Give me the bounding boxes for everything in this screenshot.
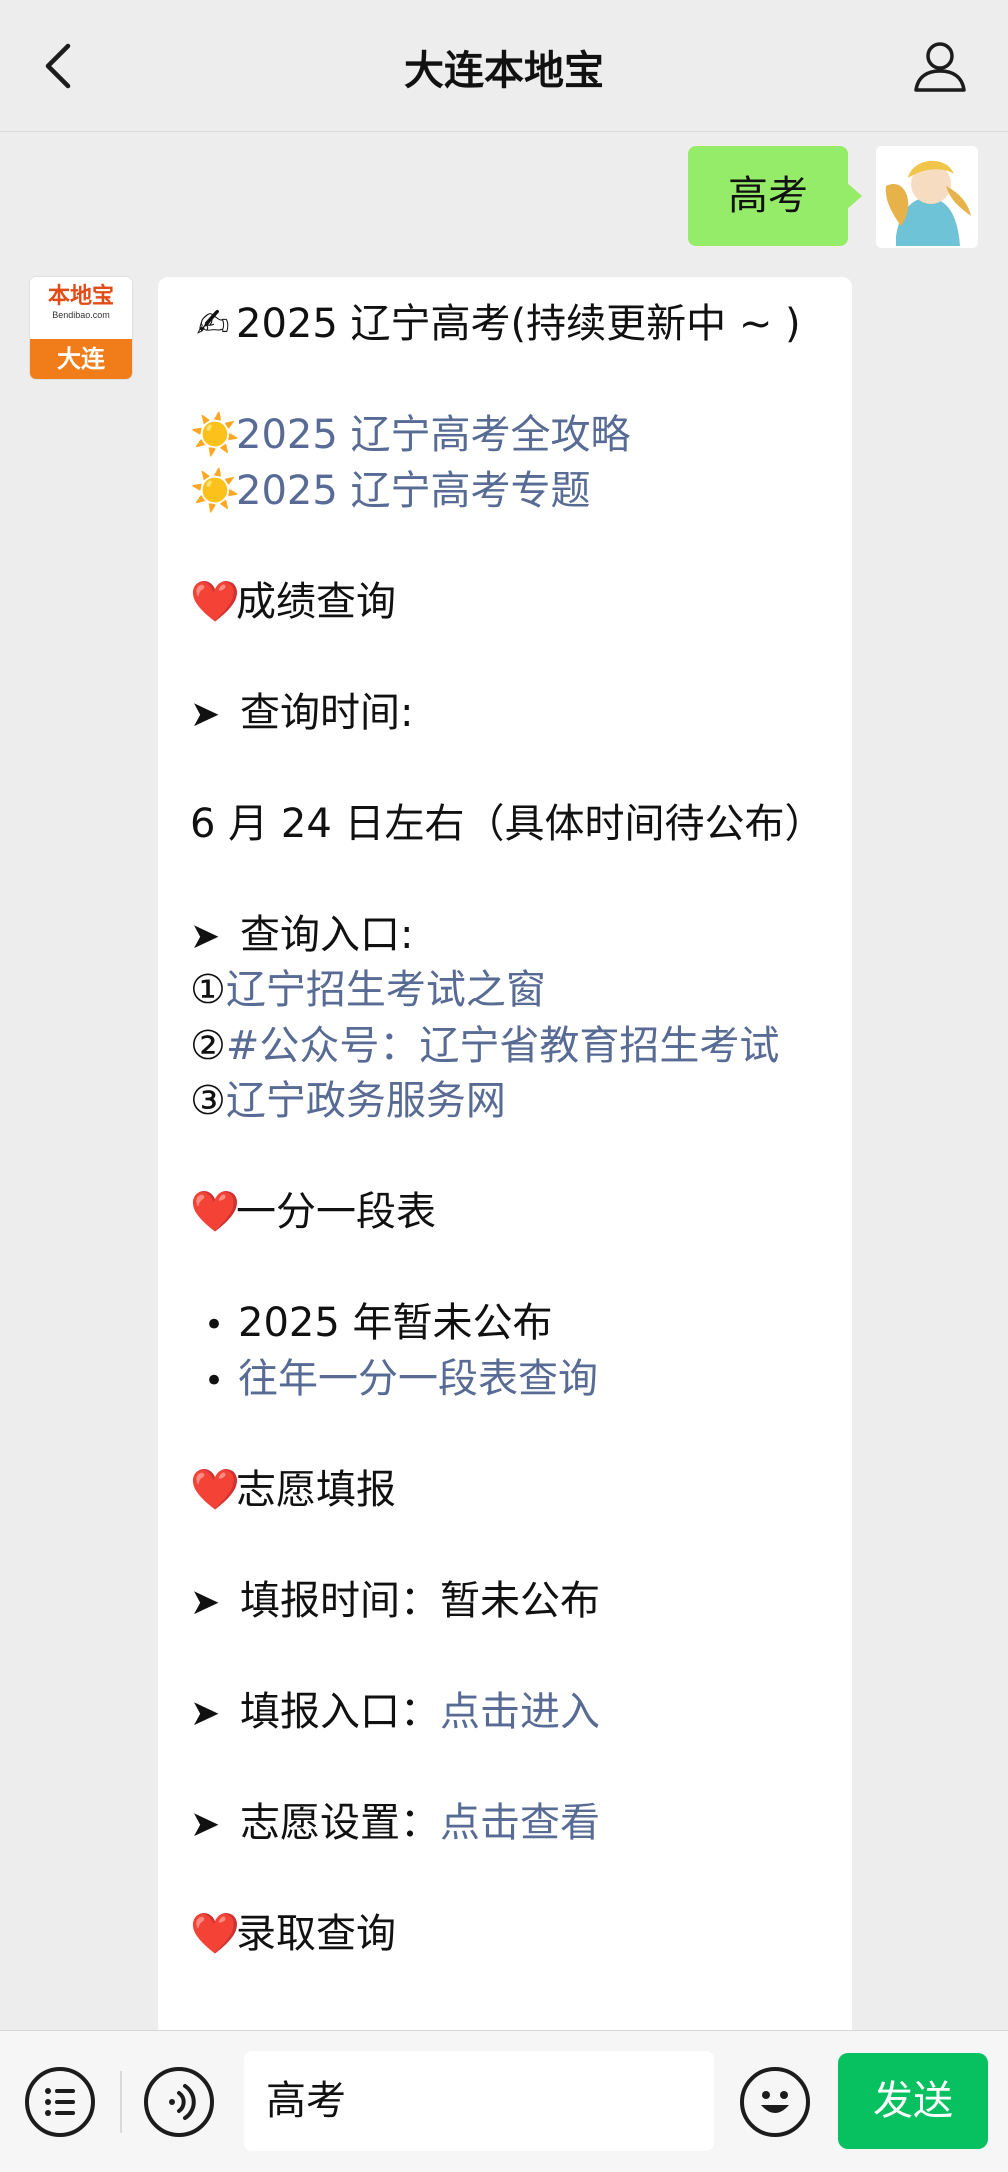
bot-message-bubble: ✍ 2025 辽宁高考(持续更新中 ~ ) ☀️2025 辽宁高考全攻略 ☀️20…: [158, 277, 852, 2037]
person-icon[interactable]: [910, 36, 970, 96]
message-title-line: ✍ 2025 辽宁高考(持续更新中 ~ ): [190, 297, 852, 353]
user-message-bubble[interactable]: 高考: [688, 146, 862, 246]
query-entry-line: ➤ 查询入口:: [190, 908, 852, 964]
official-account-avatar[interactable]: 本地宝 Bendibao.com 大连: [30, 277, 132, 379]
fill-entry-label: 填报入口：: [240, 1688, 440, 1735]
logo-city: 大连: [30, 339, 132, 379]
logo-main-text: 本地宝: [47, 284, 114, 309]
message-title: 2025 辽宁高考(持续更新中 ~ ): [236, 301, 801, 347]
fill-entry-link[interactable]: 点击进入: [440, 1689, 600, 1735]
query-entry-label: 查询入口:: [240, 911, 414, 958]
section-heading: ❤️成绩查询: [190, 575, 852, 631]
guide-link[interactable]: 2025 辽宁高考全攻略: [236, 412, 631, 458]
entry-number: ②: [190, 1022, 226, 1069]
user-avatar[interactable]: [876, 146, 978, 248]
fill-time-label: 填报时间：: [240, 1577, 440, 1624]
logo-sub-text: Bendibao.com: [52, 310, 110, 320]
section-heading: ❤️志愿填报: [190, 1463, 852, 1519]
section-heading: ❤️录取查询: [190, 1907, 852, 1963]
send-button[interactable]: 发送: [838, 2053, 988, 2149]
section-heading: ❤️一分一段表: [190, 1185, 852, 1241]
list-item: • 2025 年暂未公布: [190, 1296, 852, 1352]
message-input[interactable]: 高考: [244, 2051, 714, 2151]
topic-link[interactable]: 2025 辽宁高考专题: [236, 468, 591, 514]
past-scores-link[interactable]: 往年一分一段表查询: [238, 1356, 598, 1402]
entry-link[interactable]: 辽宁招生考试之窗: [226, 967, 546, 1013]
entry-link[interactable]: 辽宁政务服务网: [226, 1078, 506, 1124]
writing-hand-icon: ✍: [196, 301, 230, 347]
list-item[interactable]: • 往年一分一段表查询: [190, 1352, 852, 1408]
bullet-icon: •: [203, 1360, 225, 1401]
section-title: 一分一段表: [236, 1189, 436, 1235]
list-menu-icon[interactable]: [25, 2067, 95, 2137]
arrow-icon: ➤: [190, 693, 221, 735]
fill-entry-line[interactable]: ➤ 填报入口：点击进入: [190, 1685, 852, 1741]
heart-icon: ❤️: [190, 1189, 240, 1235]
heart-icon: ❤️: [190, 578, 240, 625]
chat-title: 大连本地宝: [404, 48, 604, 94]
fill-time-value: 暂未公布: [440, 1577, 600, 1624]
link-line[interactable]: ☀️2025 辽宁高考专题: [190, 464, 852, 520]
wish-setting-label: 志愿设置：: [240, 1799, 440, 1846]
bullet-icon: •: [203, 1305, 225, 1345]
bendibao-logo: 本地宝 Bendibao.com: [30, 277, 132, 339]
entry-link[interactable]: 公众号：辽宁省教育招生考试: [259, 1023, 779, 1069]
entry-item[interactable]: ②#公众号：辽宁省教育招生考试: [190, 1019, 852, 1075]
smiley-icon[interactable]: [740, 2067, 810, 2137]
voice-icon[interactable]: [144, 2067, 214, 2137]
arrow-icon: ➤: [190, 1803, 221, 1845]
arrow-icon: ➤: [190, 1581, 221, 1623]
list-item-text: 2025 年暂未公布: [238, 1300, 553, 1346]
wish-setting-line[interactable]: ➤ 志愿设置：点击查看: [190, 1796, 852, 1852]
section-title: 成绩查询: [236, 578, 396, 625]
divider: [120, 2071, 122, 2133]
section-title: 志愿填报: [236, 1466, 396, 1513]
heart-icon: ❤️: [190, 1910, 240, 1957]
entry-item[interactable]: ①辽宁招生考试之窗: [190, 963, 852, 1019]
entry-item[interactable]: ③辽宁政务服务网: [190, 1074, 852, 1130]
sun-icon: ☀️: [190, 467, 240, 514]
fill-time-line: ➤ 填报时间：暂未公布: [190, 1574, 852, 1630]
chat-header: 大连本地宝: [0, 0, 1008, 132]
arrow-icon: ➤: [190, 915, 221, 957]
query-time-value: 6 月 24 日左右（具体时间待公布）: [190, 800, 825, 847]
query-time-label: 查询时间:: [240, 689, 414, 736]
arrow-icon: ➤: [190, 1692, 221, 1734]
query-time-line: ➤ 查询时间:: [190, 686, 852, 742]
input-bar: 高考 发送: [0, 2030, 1008, 2172]
entry-number: ①: [190, 967, 226, 1013]
link-line[interactable]: ☀️2025 辽宁高考全攻略: [190, 408, 852, 464]
entry-number: ③: [190, 1078, 226, 1124]
hashtag-prefix[interactable]: #: [226, 1023, 260, 1069]
sun-icon: ☀️: [190, 412, 240, 458]
heart-icon: ❤️: [190, 1466, 240, 1513]
section-title: 录取查询: [236, 1910, 396, 1957]
wish-setting-link[interactable]: 点击查看: [440, 1800, 600, 1846]
